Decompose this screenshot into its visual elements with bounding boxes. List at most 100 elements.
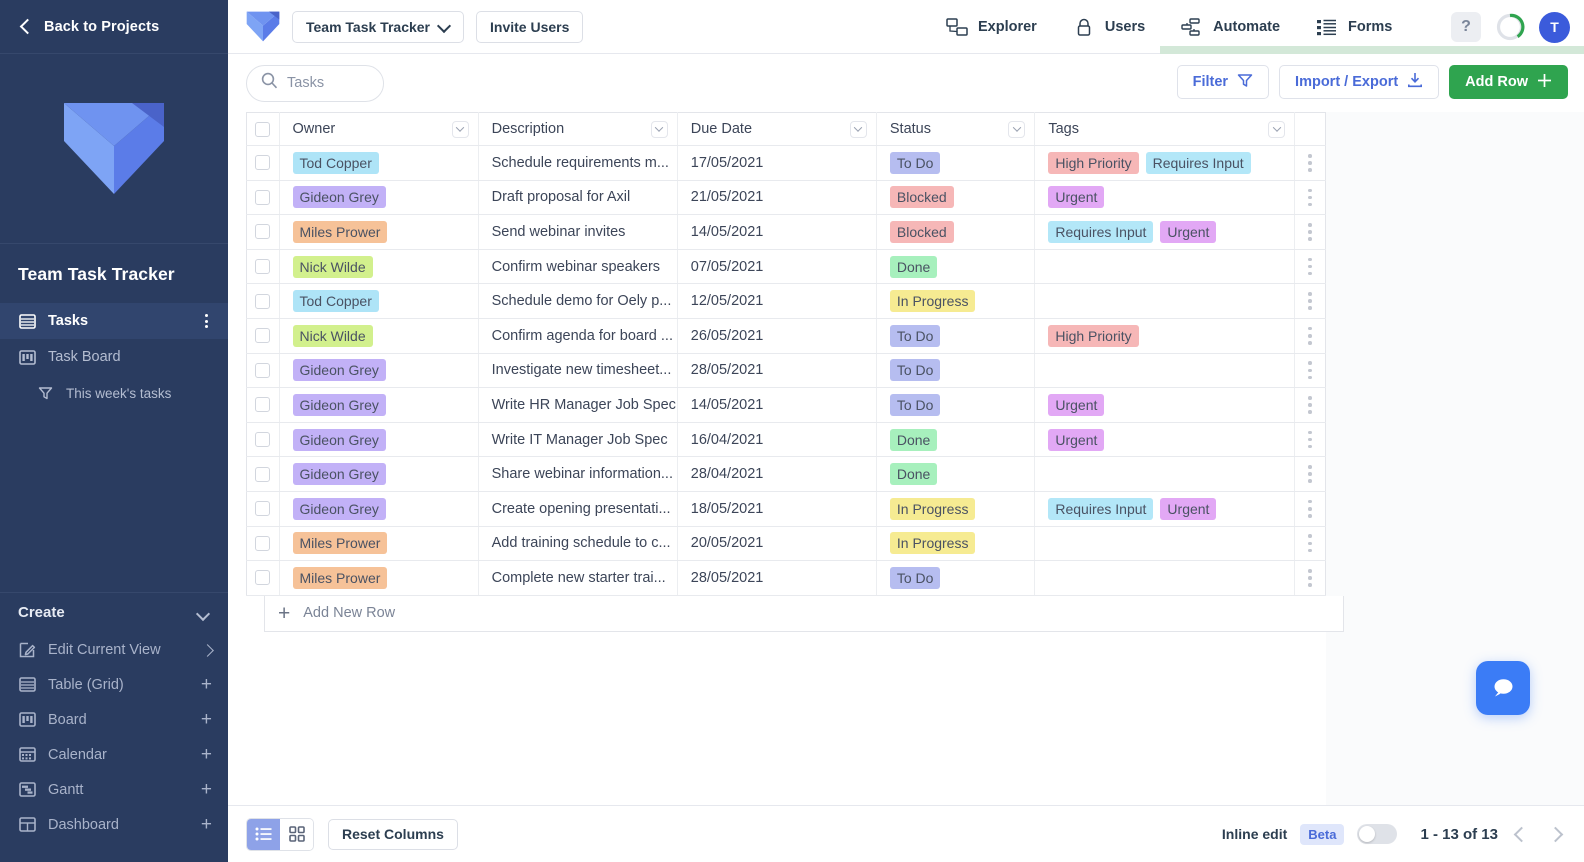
cell-tags[interactable]: [1034, 456, 1296, 492]
cell-owner[interactable]: Tod Copper: [279, 145, 479, 181]
chevron-down-icon[interactable]: [1268, 120, 1286, 138]
chat-support-button[interactable]: [1476, 661, 1530, 715]
row-checkbox[interactable]: [255, 535, 271, 551]
row-checkbox[interactable]: [255, 432, 271, 448]
table-row[interactable]: Miles Prower Add training schedule to c..…: [246, 526, 1326, 562]
cell-description[interactable]: Confirm webinar speakers: [478, 249, 678, 285]
cell-description[interactable]: Draft proposal for Axil: [478, 180, 678, 216]
cell-tags[interactable]: High Priority: [1034, 318, 1296, 354]
create-item-dashboard[interactable]: Dashboard +: [0, 807, 228, 842]
cell-owner[interactable]: Miles Prower: [279, 560, 479, 596]
cell-status[interactable]: Done: [876, 456, 1036, 492]
table-row[interactable]: Miles Prower Complete new starter trai...…: [246, 560, 1326, 596]
tasks-more-options-icon[interactable]: [198, 313, 214, 329]
create-section-header[interactable]: Create: [0, 592, 228, 632]
cell-tags[interactable]: Urgent: [1034, 387, 1296, 423]
cell-tags[interactable]: Requires Input Urgent: [1034, 214, 1296, 250]
add-new-row-button[interactable]: + Add New Row: [264, 595, 1344, 632]
add-row-button[interactable]: Add Row: [1449, 65, 1568, 99]
cell-due-date[interactable]: 14/05/2021: [677, 387, 877, 423]
column-header-owner[interactable]: Owner: [279, 112, 479, 146]
table-row[interactable]: Gideon Grey Write IT Manager Job Spec 16/0…: [246, 422, 1326, 458]
filter-button[interactable]: Filter: [1176, 65, 1270, 99]
cell-owner[interactable]: Tod Copper: [279, 283, 479, 319]
row-checkbox[interactable]: [255, 189, 271, 205]
chevron-down-icon[interactable]: [849, 120, 867, 138]
table-row[interactable]: Miles Prower Send webinar invites 14/05/20…: [246, 214, 1326, 250]
row-more-options-icon[interactable]: [1295, 423, 1325, 457]
cell-tags[interactable]: High Priority Requires Input: [1034, 145, 1296, 181]
row-more-options-icon[interactable]: [1295, 319, 1325, 353]
row-more-options-icon[interactable]: [1295, 492, 1325, 526]
cell-owner[interactable]: Gideon Grey: [279, 491, 479, 527]
cell-description[interactable]: Write IT Manager Job Spec: [478, 422, 678, 458]
tab-users[interactable]: Users: [1055, 0, 1163, 54]
cell-due-date[interactable]: 28/05/2021: [677, 560, 877, 596]
row-more-options-icon[interactable]: [1295, 388, 1325, 422]
cell-tags[interactable]: Urgent: [1034, 180, 1296, 216]
card-view-button[interactable]: [280, 818, 313, 850]
cell-status[interactable]: Done: [876, 249, 1036, 285]
cell-owner[interactable]: Gideon Grey: [279, 422, 479, 458]
row-checkbox[interactable]: [255, 293, 271, 309]
cell-tags[interactable]: [1034, 526, 1296, 562]
cell-description[interactable]: Write HR Manager Job Spec: [478, 387, 678, 423]
cell-due-date[interactable]: 21/05/2021: [677, 180, 877, 216]
chevron-down-icon[interactable]: [451, 120, 469, 138]
cell-due-date[interactable]: 12/05/2021: [677, 283, 877, 319]
cell-status[interactable]: To Do: [876, 318, 1036, 354]
chevron-down-icon[interactable]: [1008, 120, 1026, 138]
select-all-checkbox[interactable]: [255, 121, 271, 137]
cell-description[interactable]: Schedule requirements m...: [478, 145, 678, 181]
progress-ring-icon[interactable]: [1495, 12, 1525, 42]
cell-due-date[interactable]: 17/05/2021: [677, 145, 877, 181]
list-view-button[interactable]: [247, 818, 280, 850]
row-checkbox[interactable]: [255, 397, 271, 413]
cell-description[interactable]: Add training schedule to c...: [478, 526, 678, 562]
create-item-calendar[interactable]: Calendar +: [0, 737, 228, 772]
tab-explorer[interactable]: Explorer: [928, 0, 1055, 54]
table-row[interactable]: Gideon Grey Share webinar information... 2…: [246, 456, 1326, 492]
cell-tags[interactable]: Urgent: [1034, 422, 1296, 458]
table-row[interactable]: Gideon Grey Create opening presentati... 1…: [246, 491, 1326, 527]
row-checkbox[interactable]: [255, 362, 271, 378]
row-checkbox[interactable]: [255, 501, 271, 517]
cell-due-date[interactable]: 16/04/2021: [677, 422, 877, 458]
row-more-options-icon[interactable]: [1295, 181, 1325, 215]
inline-edit-toggle[interactable]: [1357, 824, 1398, 844]
cell-tags[interactable]: [1034, 353, 1296, 389]
cell-status[interactable]: To Do: [876, 560, 1036, 596]
row-more-options-icon[interactable]: [1295, 215, 1325, 249]
row-more-options-icon[interactable]: [1295, 457, 1325, 491]
invite-users-button[interactable]: Invite Users: [476, 10, 584, 43]
chevron-down-icon[interactable]: [650, 120, 668, 138]
sidebar-item-tasks[interactable]: Tasks: [0, 303, 228, 339]
avatar[interactable]: T: [1539, 11, 1570, 43]
cell-tags[interactable]: [1034, 560, 1296, 596]
cell-status[interactable]: In Progress: [876, 491, 1036, 527]
cell-due-date[interactable]: 14/05/2021: [677, 214, 877, 250]
help-button[interactable]: ?: [1451, 12, 1481, 42]
cell-status[interactable]: In Progress: [876, 526, 1036, 562]
cell-description[interactable]: Send webinar invites: [478, 214, 678, 250]
column-header-description[interactable]: Description: [478, 112, 678, 146]
table-row[interactable]: Nick Wilde Confirm webinar speakers 07/05/…: [246, 249, 1326, 285]
cell-due-date[interactable]: 07/05/2021: [677, 249, 877, 285]
cell-due-date[interactable]: 28/04/2021: [677, 456, 877, 492]
cell-tags[interactable]: Requires Input Urgent: [1034, 491, 1296, 527]
row-checkbox[interactable]: [255, 570, 271, 586]
cell-status[interactable]: Blocked: [876, 214, 1036, 250]
cell-status[interactable]: In Progress: [876, 283, 1036, 319]
table-row[interactable]: Tod Copper Schedule requirements m... 17/0…: [246, 145, 1326, 181]
cell-status[interactable]: To Do: [876, 387, 1036, 423]
cell-description[interactable]: Complete new starter trai...: [478, 560, 678, 596]
cell-due-date[interactable]: 18/05/2021: [677, 491, 877, 527]
cell-due-date[interactable]: 20/05/2021: [677, 526, 877, 562]
cell-status[interactable]: To Do: [876, 145, 1036, 181]
cell-owner[interactable]: Nick Wilde: [279, 318, 479, 354]
cell-tags[interactable]: [1034, 283, 1296, 319]
cell-owner[interactable]: Miles Prower: [279, 214, 479, 250]
cell-owner[interactable]: Gideon Grey: [279, 180, 479, 216]
cell-description[interactable]: Schedule demo for Oely p...: [478, 283, 678, 319]
reset-columns-button[interactable]: Reset Columns: [328, 818, 458, 850]
